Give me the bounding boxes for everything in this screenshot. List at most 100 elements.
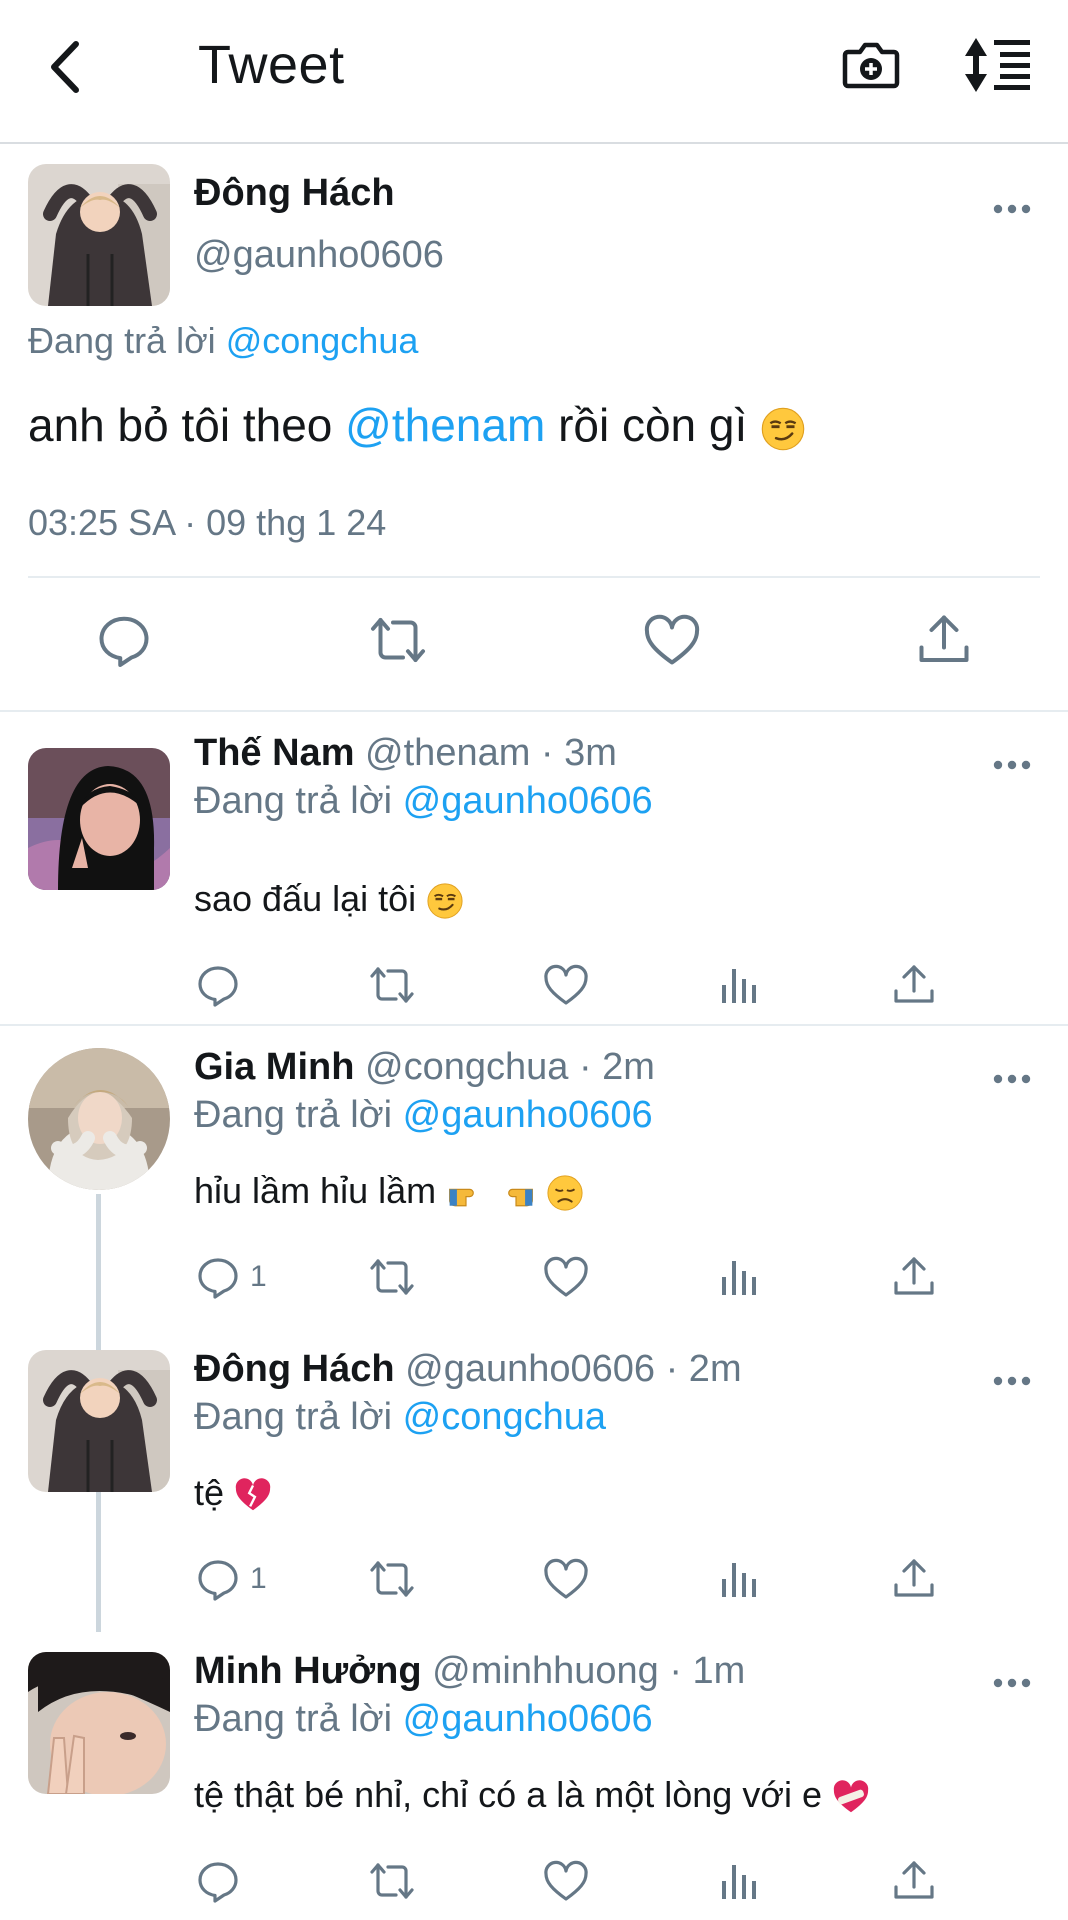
analytics-icon <box>716 1857 764 1905</box>
like-button[interactable] <box>542 1552 590 1606</box>
retweet-button[interactable] <box>368 1250 416 1304</box>
share-button[interactable] <box>890 1552 938 1606</box>
analytics-icon <box>716 961 764 1009</box>
more-icon[interactable] <box>992 758 1032 772</box>
pointing-right-emoji <box>446 1176 486 1210</box>
author-name[interactable]: Thế Nam <box>194 732 354 774</box>
like-icon <box>542 1253 590 1301</box>
action-bar: 1 <box>194 1250 954 1310</box>
like-button[interactable] <box>542 958 590 1012</box>
more-icon[interactable] <box>992 1374 1032 1388</box>
reply-header: Gia Minh @congchua · 2m <box>194 1046 655 1089</box>
share-button[interactable] <box>890 1250 938 1304</box>
reply-button[interactable]: 1 <box>194 1552 267 1606</box>
author-name[interactable]: Gia Minh <box>194 1046 354 1088</box>
reply-icon <box>194 1253 242 1301</box>
analytics-icon <box>716 1555 764 1603</box>
analytics-button[interactable] <box>716 1552 764 1606</box>
replying-to-link[interactable]: @congchua <box>226 320 419 361</box>
share-icon <box>890 1253 938 1301</box>
share-icon <box>890 1857 938 1905</box>
reply-header: Đông Hách @gaunho0606 · 2m <box>194 1348 742 1391</box>
timestamp: 03:25 SA · 09 thg 1 24 <box>28 502 387 543</box>
author-handle[interactable]: @gaunho0606 <box>194 234 444 277</box>
reply-icon <box>194 1555 242 1603</box>
retweet-icon[interactable] <box>368 610 428 670</box>
smirk-emoji <box>760 406 806 452</box>
share-button[interactable] <box>890 1854 938 1908</box>
like-icon <box>542 1555 590 1603</box>
author-meta: @thenam · 3m <box>365 732 617 774</box>
avatar[interactable] <box>28 748 170 890</box>
top-bar: Tweet <box>0 0 1068 144</box>
tweet-text: anh bỏ tôi theo @thenam rồi còn gì <box>28 398 806 452</box>
retweet-button[interactable] <box>368 1552 416 1606</box>
author-name[interactable]: Đông Hách <box>194 1348 395 1390</box>
action-bar <box>194 1854 954 1914</box>
author-meta: @minhhuong · 1m <box>432 1650 746 1692</box>
replying-to-link[interactable]: @gaunho0606 <box>403 780 653 822</box>
like-icon <box>542 1857 590 1905</box>
reply-button[interactable] <box>194 958 250 1012</box>
analytics-button[interactable] <box>716 1250 764 1304</box>
reply-button[interactable]: 1 <box>194 1250 267 1304</box>
back-arrow-icon[interactable] <box>36 32 106 102</box>
main-tweet: Đông Hách @gaunho0606 Đang trả lời @cong… <box>0 144 1068 712</box>
tweet-text: tệ <box>194 1472 272 1514</box>
sort-icon[interactable] <box>962 30 1040 100</box>
mention-link[interactable]: @thenam <box>345 399 545 451</box>
analytics-button[interactable] <box>716 1854 764 1908</box>
avatar[interactable] <box>28 1350 170 1492</box>
retweet-icon <box>368 1253 416 1301</box>
reply-icon <box>194 961 242 1009</box>
replying-to: Đang trả lời @gaunho0606 <box>194 780 653 822</box>
avatar[interactable] <box>28 1048 170 1190</box>
page-title: Tweet <box>198 35 345 95</box>
more-icon[interactable] <box>992 1072 1032 1086</box>
avatar[interactable] <box>28 1652 170 1794</box>
reply-count: 1 <box>250 1260 267 1293</box>
replying-to: Đang trả lời @congchua <box>28 320 419 361</box>
retweet-icon <box>368 961 416 1009</box>
analytics-button[interactable] <box>716 958 764 1012</box>
reply-tweet[interactable]: Minh Hưởng @minhhuong · 1m Đang trả lời … <box>0 1630 1068 1920</box>
retweet-button[interactable] <box>368 1854 416 1908</box>
replying-to-link[interactable]: @gaunho0606 <box>403 1698 653 1740</box>
camera-icon[interactable] <box>836 30 906 100</box>
author-name[interactable]: Đông Hách <box>194 172 395 215</box>
broken-heart-emoji <box>234 1476 272 1514</box>
analytics-icon <box>716 1253 764 1301</box>
replying-to-link[interactable]: @gaunho0606 <box>403 1094 653 1136</box>
retweet-button[interactable] <box>368 958 416 1012</box>
like-button[interactable] <box>542 1854 590 1908</box>
replying-to-link[interactable]: @congchua <box>403 1396 606 1438</box>
sad-emoji <box>546 1174 584 1212</box>
reply-header: Thế Nam @thenam · 3m <box>194 732 617 775</box>
action-bar: 1 <box>194 1552 954 1612</box>
share-icon <box>890 1555 938 1603</box>
share-icon[interactable] <box>914 610 974 670</box>
reply-tweet[interactable]: Đông Hách @gaunho0606 · 2m Đang trả lời … <box>0 1328 1068 1628</box>
replying-to: Đang trả lời @gaunho0606 <box>194 1698 653 1740</box>
retweet-icon <box>368 1555 416 1603</box>
reply-tweet[interactable]: Gia Minh @congchua · 2m Đang trả lời @ga… <box>0 1026 1068 1326</box>
retweet-icon <box>368 1857 416 1905</box>
reply-icon <box>194 1857 242 1905</box>
tweet-text: hỉu lầm hỉu lầm <box>194 1170 584 1212</box>
reply-tweet[interactable]: Thế Nam @thenam · 3m Đang trả lời @gaunh… <box>0 712 1068 1024</box>
like-button[interactable] <box>542 1250 590 1304</box>
reply-button[interactable] <box>194 1854 250 1908</box>
like-icon[interactable] <box>642 610 702 670</box>
avatar[interactable] <box>28 164 170 306</box>
share-icon <box>890 961 938 1009</box>
more-icon[interactable] <box>992 1676 1032 1690</box>
mending-heart-emoji <box>832 1778 870 1816</box>
reply-icon[interactable] <box>94 610 154 670</box>
smirk-emoji <box>426 882 464 920</box>
share-button[interactable] <box>890 958 938 1012</box>
author-meta: @congchua · 2m <box>365 1046 655 1088</box>
author-name[interactable]: Minh Hưởng <box>194 1650 422 1692</box>
more-icon[interactable] <box>992 202 1032 216</box>
reply-header: Minh Hưởng @minhhuong · 1m <box>194 1650 745 1693</box>
divider <box>28 576 1040 578</box>
